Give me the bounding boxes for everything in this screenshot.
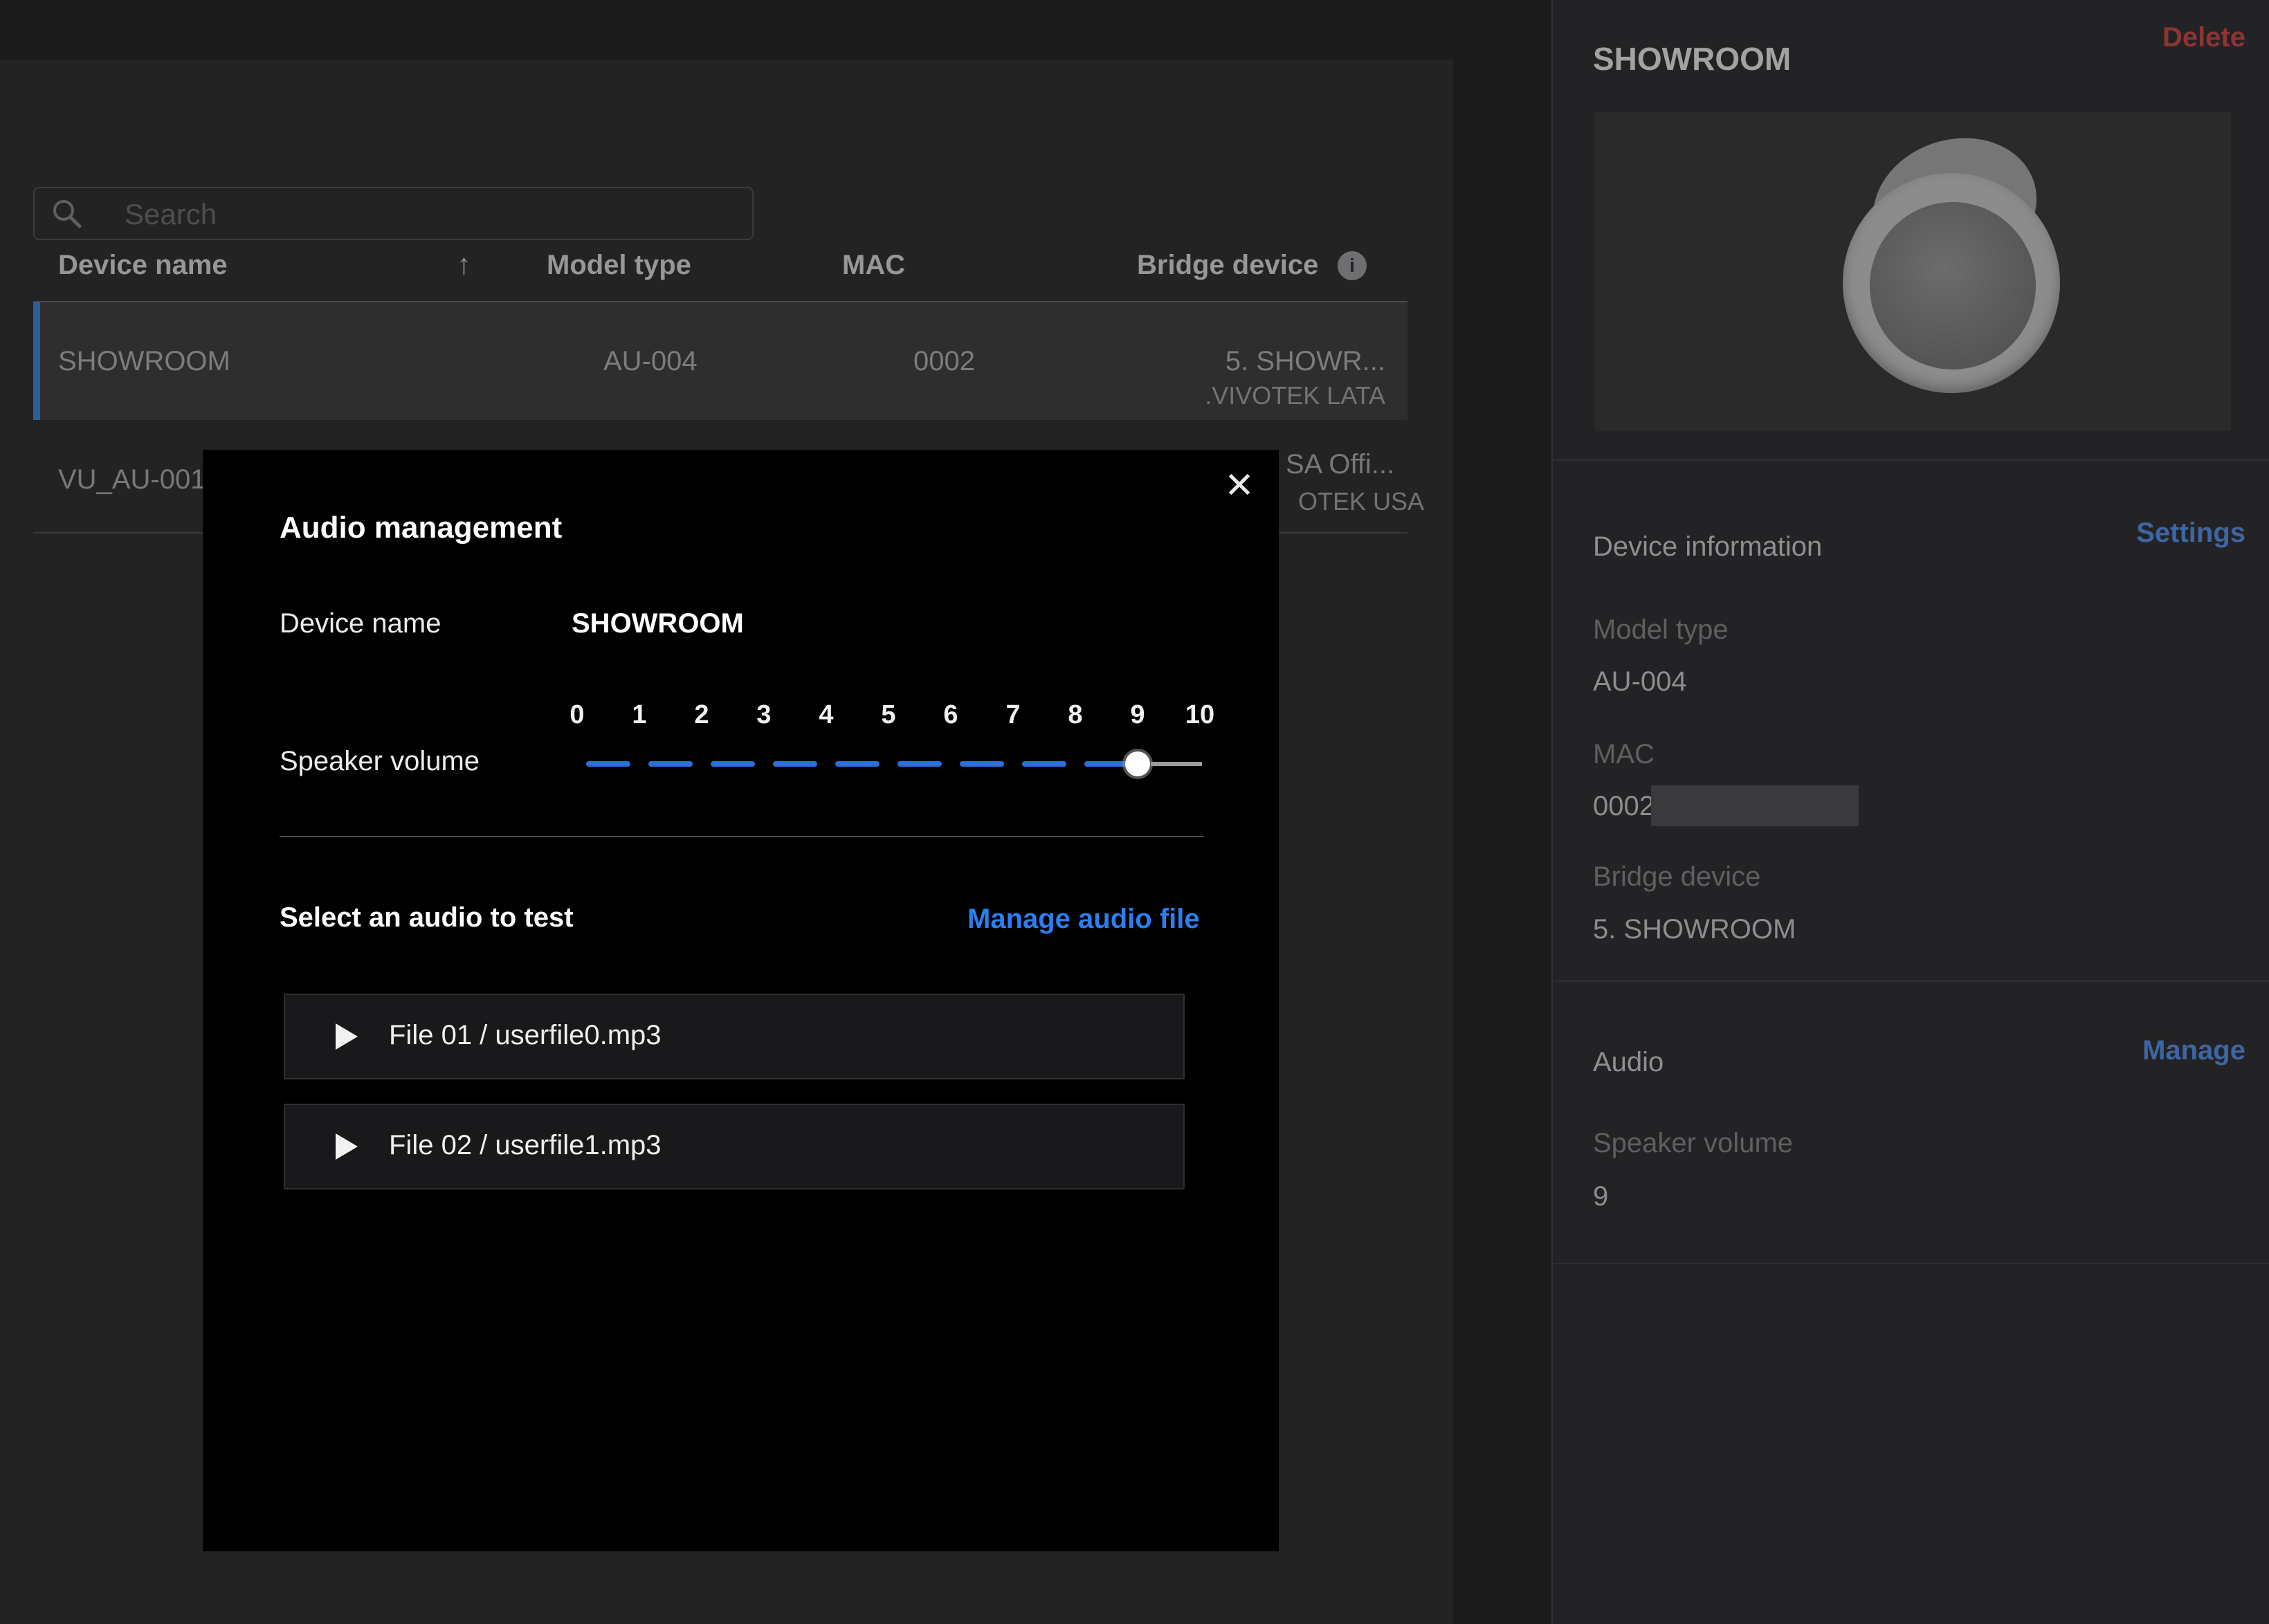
delete-device-button[interactable]: Delete <box>2162 22 2245 53</box>
volume-tick-label: 3 <box>756 700 771 730</box>
volume-tick-label: 5 <box>881 700 895 730</box>
row1-model-type: AU-004 <box>603 346 698 377</box>
sidebar-speaker-volume-value: 9 <box>1593 1181 1608 1212</box>
device-image-panel <box>1595 112 2231 431</box>
volume-tick-label: 7 <box>1005 700 1020 730</box>
volume-tick-label: 2 <box>694 700 709 730</box>
modal-speaker-volume-label: Speaker volume <box>280 746 480 777</box>
sidebar-divider-2 <box>1553 980 2269 982</box>
volume-track-remainder[interactable] <box>1151 762 1202 766</box>
device-detail-sidebar: SHOWROOM Delete Device information Setti… <box>1551 0 2269 1624</box>
settings-link[interactable]: Settings <box>2136 518 2245 549</box>
bridge-device-label: Bridge device <box>1593 861 1760 893</box>
sort-ascending-icon[interactable]: ↑ <box>457 248 471 281</box>
row1-device-name: SHOWROOM <box>58 346 230 377</box>
modal-close-icon[interactable]: ✕ <box>1214 461 1264 511</box>
column-header-mac[interactable]: MAC <box>842 250 905 281</box>
volume-track-filled-segment[interactable] <box>897 761 942 767</box>
audio-file-row-1[interactable]: File 01 / userfile0.mp3 <box>284 994 1185 1079</box>
row1-bridge-line2: .VIVOTEK LATA <box>1107 379 1385 412</box>
volume-track-filled-segment[interactable] <box>648 761 693 767</box>
volume-slider-handle[interactable] <box>1125 751 1150 776</box>
row1-bridge-device: 5. SHOWR... .VIVOTEK LATA <box>1107 343 1385 412</box>
volume-track-filled-segment[interactable] <box>960 761 1004 767</box>
audio-manage-link[interactable]: Manage <box>2142 1035 2245 1066</box>
row1-bridge-line1: 5. SHOWR... <box>1107 343 1385 379</box>
play-icon[interactable] <box>336 1133 358 1160</box>
column-header-device-name[interactable]: Device name <box>58 250 228 281</box>
search-icon <box>51 198 83 233</box>
mac-value: 0002 <box>1593 791 1655 822</box>
mac-redaction-box <box>1651 785 1859 826</box>
sidebar-divider-1 <box>1553 459 2269 461</box>
column-header-bridge-device[interactable]: Bridge device <box>1137 250 1318 281</box>
column-header-model-type[interactable]: Model type <box>547 250 691 281</box>
volume-track-filled-segment[interactable] <box>773 761 817 767</box>
bridge-device-value: 5. SHOWROOM <box>1593 914 1796 945</box>
audio-file-label: File 01 / userfile0.mp3 <box>389 1020 662 1051</box>
audio-file-row-2[interactable]: File 02 / userfile1.mp3 <box>284 1104 1185 1189</box>
audio-heading: Audio <box>1593 1047 1664 1078</box>
volume-track-filled-segment[interactable] <box>711 761 755 767</box>
modal-divider <box>280 836 1204 837</box>
search-input[interactable] <box>123 188 735 240</box>
volume-track-filled-segment[interactable] <box>1022 761 1066 767</box>
row2-device-name[interactable]: VU_AU-001 <box>58 464 206 495</box>
app-screen: Device name ↑ Model type MAC Bridge devi… <box>0 0 2269 1624</box>
model-type-label: Model type <box>1593 614 1729 646</box>
bridge-device-info-icon[interactable]: i <box>1338 251 1367 280</box>
volume-track-filled-segment[interactable] <box>586 761 630 767</box>
volume-tick-label: 9 <box>1130 700 1145 730</box>
volume-tick-label: 0 <box>569 700 584 730</box>
modal-device-name-value: SHOWROOM <box>572 608 744 639</box>
device-information-heading: Device information <box>1593 531 1822 563</box>
model-type-value: AU-004 <box>1593 666 1687 697</box>
audio-file-label: File 02 / userfile1.mp3 <box>389 1130 662 1161</box>
select-audio-label: Select an audio to test <box>280 902 574 933</box>
volume-track-filled-segment[interactable] <box>835 761 880 767</box>
manage-audio-file-link[interactable]: Manage audio file <box>967 904 1279 935</box>
volume-tick-label: 8 <box>1068 700 1082 730</box>
sidebar-device-title: SHOWROOM <box>1593 40 1791 77</box>
volume-track-filled-segment[interactable] <box>1084 761 1129 767</box>
row2-bridge-line2: OTEK USA <box>1298 485 1424 518</box>
row2-bridge-line1: SA Offi... <box>1286 446 1394 482</box>
row1-mac: 0002 <box>913 346 975 377</box>
modal-title: Audio management <box>280 511 562 545</box>
search-box <box>33 187 754 240</box>
mac-label: MAC <box>1593 739 1655 770</box>
play-icon[interactable] <box>336 1023 358 1050</box>
speaker-image-mesh <box>1870 202 2036 369</box>
sidebar-speaker-volume-label: Speaker volume <box>1593 1128 1793 1159</box>
volume-tick-label: 10 <box>1185 700 1214 730</box>
volume-tick-label: 4 <box>819 700 833 730</box>
sidebar-divider-3 <box>1553 1263 2269 1264</box>
modal-device-name-label: Device name <box>280 608 441 639</box>
volume-tick-label: 1 <box>632 700 646 730</box>
volume-tick-label: 6 <box>943 700 958 730</box>
